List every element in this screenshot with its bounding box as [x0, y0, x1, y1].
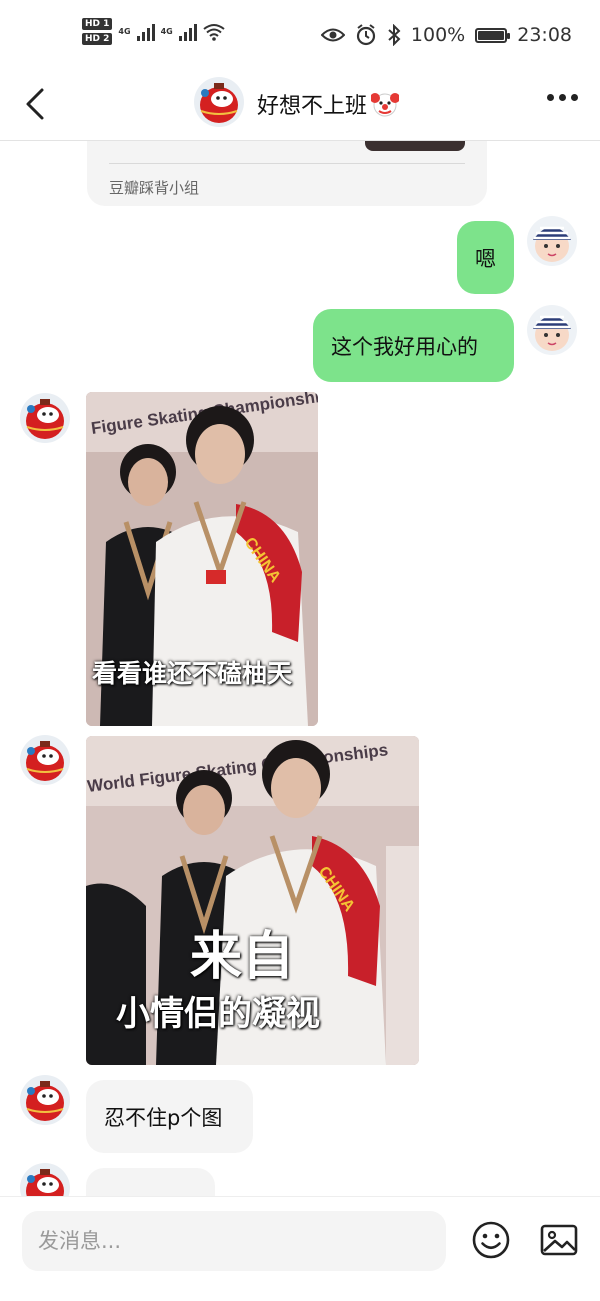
hd2-num: 2 [103, 34, 110, 44]
shared-post-thumbnail [365, 141, 465, 151]
card-divider [109, 163, 465, 164]
chat-title: 好想不上班 [257, 88, 400, 120]
clock: 23:08 [517, 24, 572, 46]
message-bubble-sent[interactable]: 嗯 [457, 221, 514, 294]
sticker-caption: 看看谁还不磕柚天 [92, 659, 293, 688]
wifi-icon [203, 23, 225, 41]
message-text: 忍不住p个图 [104, 1105, 223, 1130]
message-text: 这个我好用心的 [331, 334, 478, 359]
contact-avatar[interactable] [20, 393, 70, 443]
status-left: HD 1 HD 2 4G 4G [82, 18, 225, 45]
message-list[interactable]: 豆瓣踩背小组 嗯 这个我好用心的 Figure Skating Champion… [0, 141, 600, 1196]
hd-badge-1: HD 1 [82, 18, 113, 30]
sticker-caption-small: 小情侣的凝视 [116, 994, 320, 1034]
shared-post-card[interactable]: 豆瓣踩背小组 [87, 141, 487, 206]
input-bar [0, 1196, 600, 1301]
network-type-2: 4G [160, 27, 173, 36]
emoji-icon[interactable] [470, 1219, 512, 1261]
signal-icon [178, 23, 197, 41]
hd2-text: HD [85, 34, 101, 44]
hd-indicators: HD 1 HD 2 [82, 18, 113, 45]
my-avatar[interactable] [527, 216, 577, 266]
hd1-text: HD [85, 19, 101, 29]
my-avatar[interactable] [527, 305, 577, 355]
eye-icon [320, 28, 345, 42]
message-text: 嗯 [475, 246, 496, 271]
battery-percent: 100% [410, 24, 466, 46]
image-icon[interactable] [538, 1219, 580, 1261]
battery-fill [478, 30, 505, 40]
message-bubble-received[interactable] [86, 1168, 215, 1196]
message-bubble-sent[interactable]: 这个我好用心的 [313, 309, 514, 382]
clown-face-icon [371, 93, 400, 117]
contact-avatar[interactable] [20, 1163, 70, 1196]
sticker-image[interactable]: Figure Skating Championships CHINA 看看谁还不… [86, 392, 318, 726]
alarm-icon [356, 24, 376, 46]
shared-group-name: 豆瓣踩背小组 [109, 179, 200, 197]
message-input[interactable] [22, 1211, 446, 1271]
hd-badge-2: HD 2 [82, 33, 113, 45]
contact-avatar[interactable] [20, 735, 70, 785]
chat-avatar[interactable] [194, 77, 244, 127]
chat-title-text: 好想不上班 [257, 94, 368, 119]
chevron-left-icon[interactable] [18, 84, 58, 124]
more-dots-icon[interactable] [547, 94, 578, 101]
hd1-num: 1 [103, 19, 110, 29]
contact-avatar[interactable] [20, 1075, 70, 1125]
status-bar: HD 1 HD 2 4G 4G 100% 23:08 [0, 0, 600, 70]
sticker-image[interactable]: World Figure Skating Championships CHINA… [86, 736, 419, 1065]
network-type-1: 4G [118, 27, 131, 36]
status-right: 100% 23:08 [320, 24, 572, 46]
battery-icon [475, 27, 511, 43]
bluetooth-icon [388, 24, 401, 46]
message-bubble-received[interactable]: 忍不住p个图 [86, 1080, 253, 1153]
signal-icon [136, 23, 155, 41]
chat-header: 好想不上班 [0, 70, 600, 141]
sticker-caption-large: 来自 [190, 927, 295, 987]
